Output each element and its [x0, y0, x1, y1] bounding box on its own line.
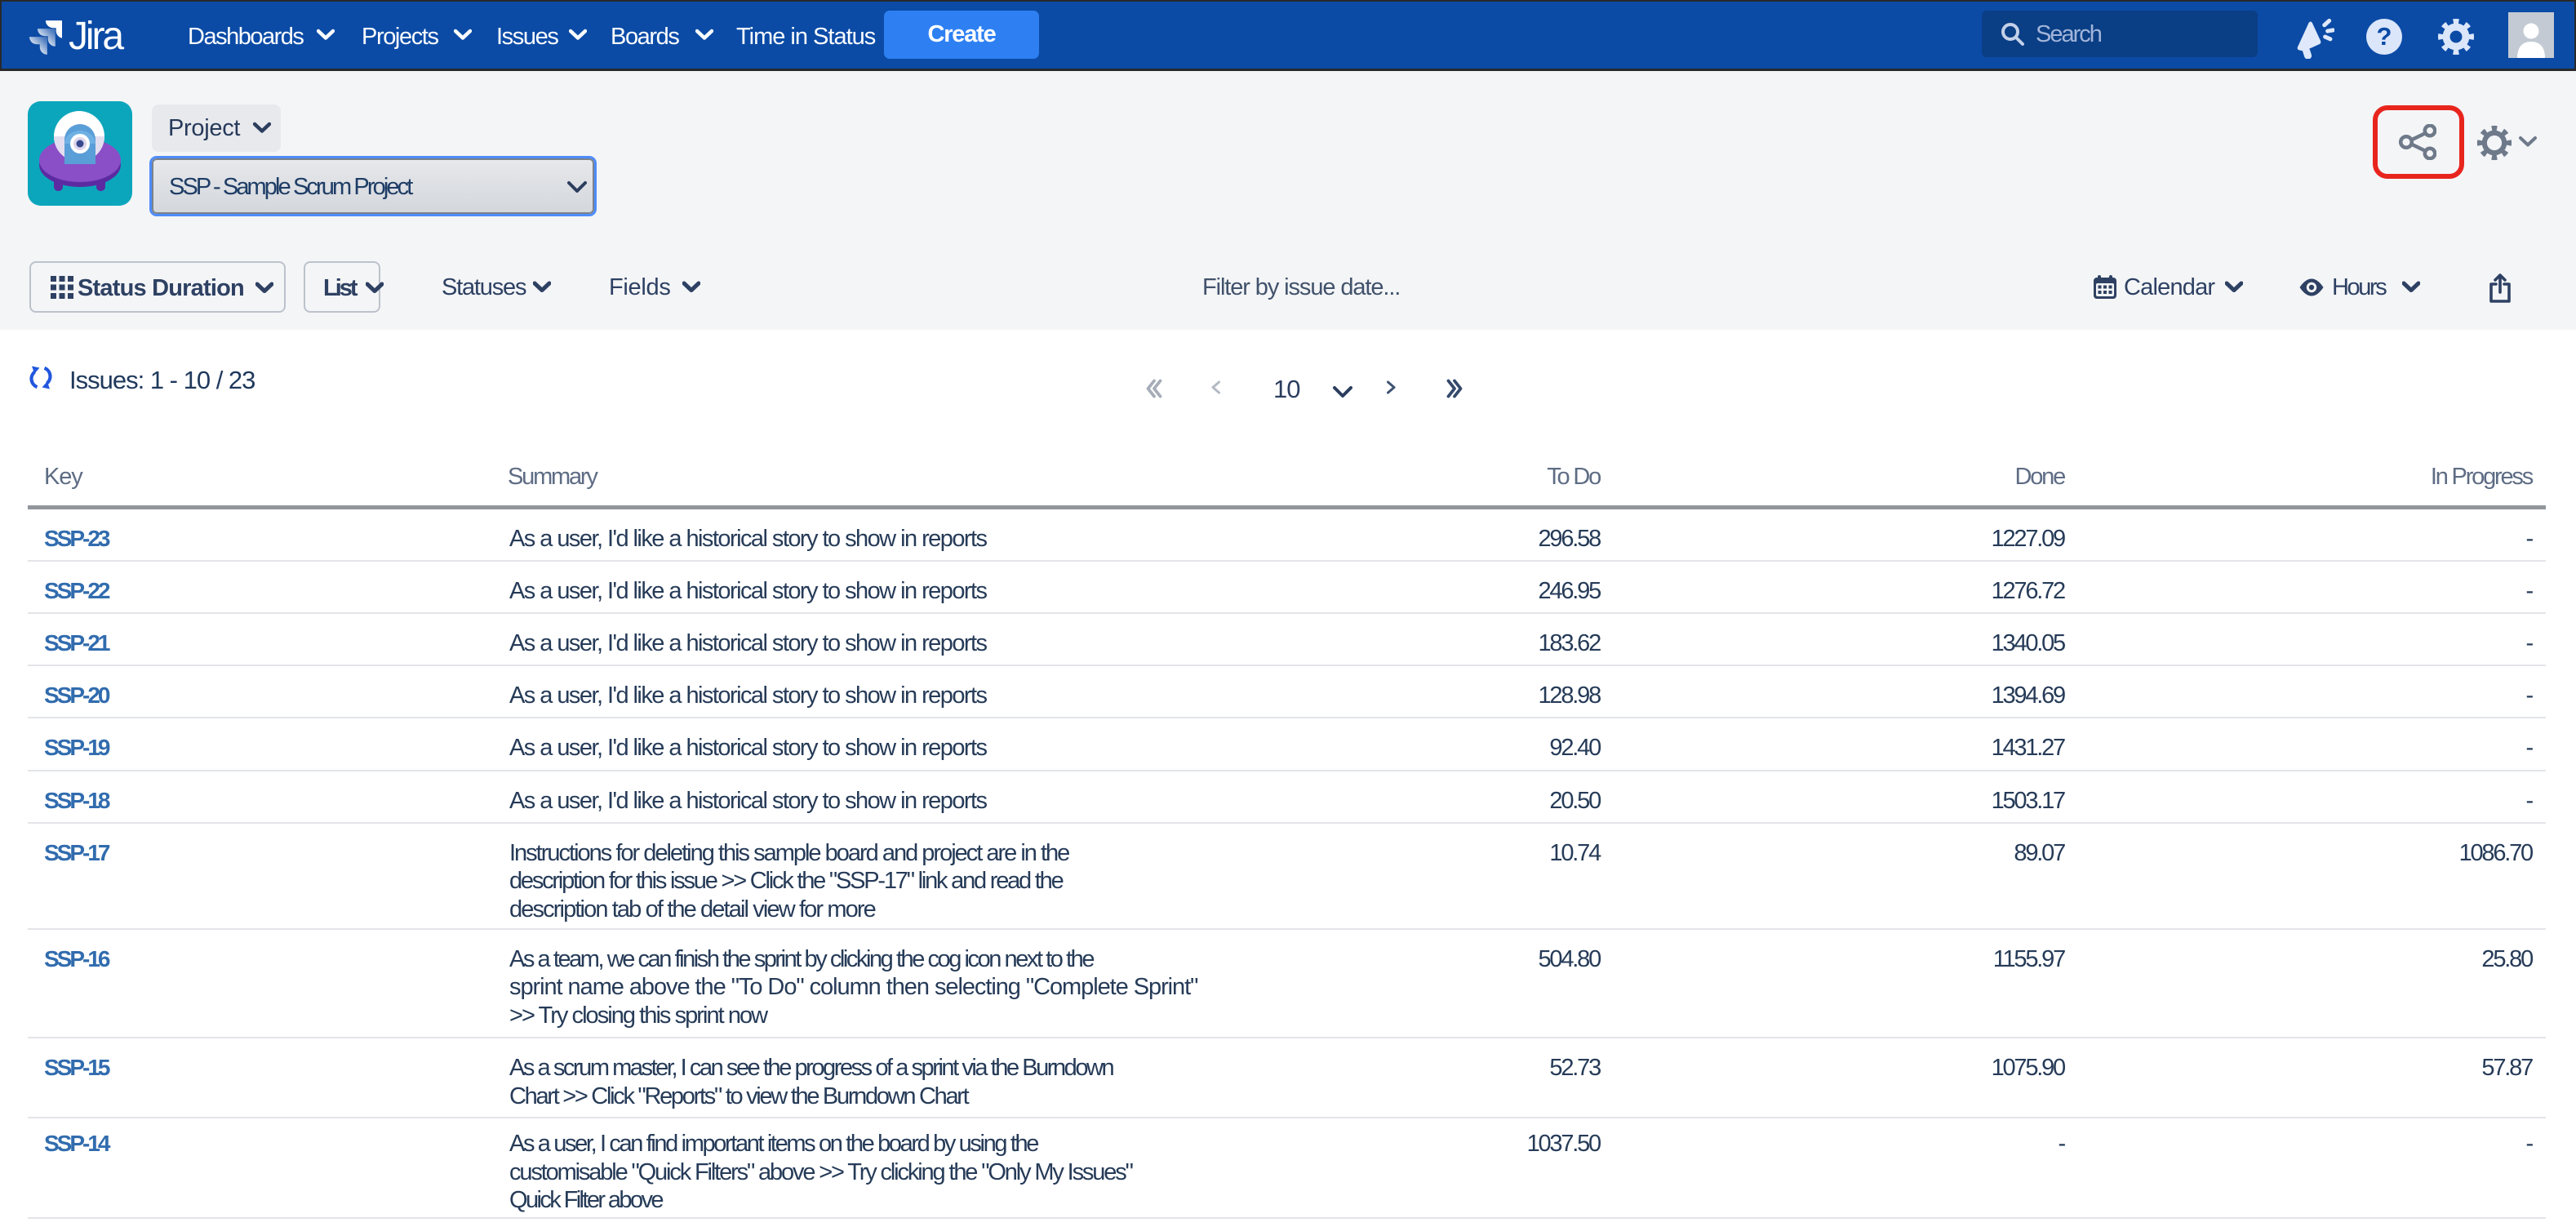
svg-text:?: ? — [2377, 22, 2392, 51]
